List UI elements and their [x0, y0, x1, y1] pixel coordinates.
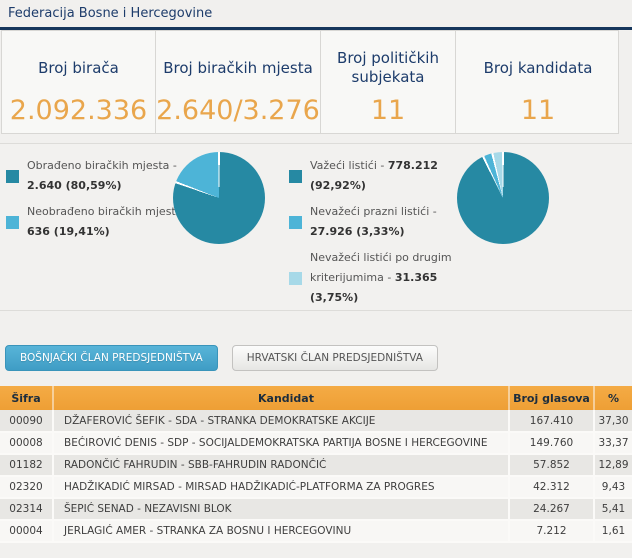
cell-code: 01182 — [0, 454, 53, 476]
stat-value: 11 — [456, 95, 620, 126]
cell-code: 02320 — [0, 476, 53, 498]
stat-voters: Broj birača 2.092.336 — [2, 31, 156, 133]
legend-label: Neobrađeno biračkih mjesta -636 (19,41%) — [27, 202, 190, 242]
table-row: 02320HADŽIKADIĆ MIRSAD - MIRSAD HADŽIKAD… — [0, 476, 632, 498]
charts-section: Obrađeno biračkih mjesta -2.640 (80,59%)… — [0, 143, 632, 311]
cell-votes: 149.760 — [509, 432, 594, 454]
stats-panel: Broj birača 2.092.336 Broj biračkih mjes… — [1, 30, 619, 134]
stat-political-subjects: Broj političkih subjekata 11 — [321, 31, 456, 133]
legend-swatch-icon — [6, 216, 19, 229]
table-row: 01182RADONČIĆ FAHRUDIN - SBB-FAHRUDIN RA… — [0, 454, 632, 476]
stat-label: Broj kandidata — [456, 47, 620, 89]
cell-percent: 37,30 — [594, 410, 632, 432]
cell-candidate: BEĆIROVIĆ DENIS - SDP - SOCIJALDEMOKRATS… — [53, 432, 509, 454]
legend-label: Važeći listići - 778.212(92,92%) — [310, 156, 438, 196]
header-bar: Federacija Bosne i Hercegovine — [0, 0, 632, 30]
cell-candidate: RADONČIĆ FAHRUDIN - SBB-FAHRUDIN RADONČI… — [53, 454, 509, 476]
legend-label: Obrađeno biračkih mjesta -2.640 (80,59%) — [27, 156, 177, 196]
cell-code: 00090 — [0, 410, 53, 432]
column-header-votes: Broj glasova — [509, 386, 594, 410]
cell-percent: 9,43 — [594, 476, 632, 498]
cell-code: 00004 — [0, 520, 53, 542]
cell-candidate: JERLAGIĆ AMER - STRANKA ZA BOSNU I HERCE… — [53, 520, 509, 542]
pie-legend: Obrađeno biračkih mjesta -2.640 (80,59%)… — [6, 152, 171, 248]
stat-label: Broj političkih subjekata — [321, 47, 455, 89]
results-table-header: Šifra Kandidat Broj glasova % — [0, 386, 632, 410]
cell-votes: 167.410 — [509, 410, 594, 432]
column-header-code: Šifra — [0, 386, 53, 410]
cell-votes: 57.852 — [509, 454, 594, 476]
stat-value: 2.640/3.276 — [156, 95, 320, 126]
cell-votes: 7.212 — [509, 520, 594, 542]
cell-votes: 24.267 — [509, 498, 594, 520]
column-header-percent: % — [594, 386, 632, 410]
cell-candidate: DŽAFEROVIĆ ŠEFIK - SDA - STRANKA DEMOKRA… — [53, 410, 509, 432]
cell-code: 02314 — [0, 498, 53, 520]
tab-croat-member[interactable]: HRVATSKI ČLAN PREDSJEDNIŠTVA — [232, 345, 438, 371]
legend-item: Obrađeno biračkih mjesta -2.640 (80,59%) — [6, 156, 171, 196]
column-header-candidate: Kandidat — [53, 386, 509, 410]
cell-percent: 12,89 — [594, 454, 632, 476]
stat-candidates: Broj kandidata 11 — [456, 31, 620, 133]
legend-item: Neobrađeno biračkih mjesta -636 (19,41%) — [6, 202, 171, 242]
table-row: 00008BEĆIROVIĆ DENIS - SDP - SOCIJALDEMO… — [0, 432, 632, 454]
chart-polling-stations: Obrađeno biračkih mjesta -2.640 (80,59%)… — [6, 152, 265, 248]
results-table-body: 00090DŽAFEROVIĆ ŠEFIK - SDA - STRANKA DE… — [0, 410, 632, 542]
stat-label: Broj birača — [2, 47, 155, 89]
cell-candidate: HADŽIKADIĆ MIRSAD - MIRSAD HADŽIKADIĆ-PL… — [53, 476, 509, 498]
table-row: 02314ŠEPIĆ SENAD - NEZAVISNI BLOK24.2675… — [0, 498, 632, 520]
results-table: Šifra Kandidat Broj glasova % 00090DŽAFE… — [0, 386, 632, 543]
legend-swatch-icon — [6, 170, 19, 183]
pie-chart — [457, 152, 549, 244]
cell-percent: 5,41 — [594, 498, 632, 520]
pie-legend: Važeći listići - 778.212(92,92%) Nevažeći… — [289, 152, 449, 314]
legend-item: Nevažeći prazni listići -27.926 (3,33%) — [289, 202, 449, 242]
cell-votes: 42.312 — [509, 476, 594, 498]
legend-swatch-icon — [289, 216, 302, 229]
legend-label: Nevažeći prazni listići -27.926 (3,33%) — [310, 202, 437, 242]
tab-bosniak-member[interactable]: BOŠNJAČKI ČLAN PREDSJEDNIŠTVA — [5, 345, 218, 371]
legend-swatch-icon — [289, 272, 302, 285]
cell-candidate: ŠEPIĆ SENAD - NEZAVISNI BLOK — [53, 498, 509, 520]
legend-label: Nevažeći listići po drugimkriterijumima … — [310, 248, 452, 308]
table-row: 00004JERLAGIĆ AMER - STRANKA ZA BOSNU I … — [0, 520, 632, 542]
cell-percent: 33,37 — [594, 432, 632, 454]
tabs-bar: BOŠNJAČKI ČLAN PREDSJEDNIŠTVA HRVATSKI Č… — [5, 345, 632, 371]
chart-ballots: Važeći listići - 778.212(92,92%) Nevažeći… — [265, 152, 549, 314]
legend-item: Nevažeći listići po drugimkriterijumima … — [289, 248, 449, 308]
legend-item: Važeći listići - 778.212(92,92%) — [289, 156, 449, 196]
table-row: 00090DŽAFEROVIĆ ŠEFIK - SDA - STRANKA DE… — [0, 410, 632, 432]
stat-value: 2.092.336 — [2, 95, 155, 126]
page-title: Federacija Bosne i Hercegovine — [8, 6, 212, 21]
cell-code: 00008 — [0, 432, 53, 454]
stat-polling-stations: Broj biračkih mjesta 2.640/3.276 — [156, 31, 321, 133]
stat-value: 11 — [321, 95, 455, 126]
legend-swatch-icon — [289, 170, 302, 183]
pie-chart — [173, 152, 265, 244]
stat-label: Broj biračkih mjesta — [156, 47, 320, 89]
cell-percent: 1,61 — [594, 520, 632, 542]
